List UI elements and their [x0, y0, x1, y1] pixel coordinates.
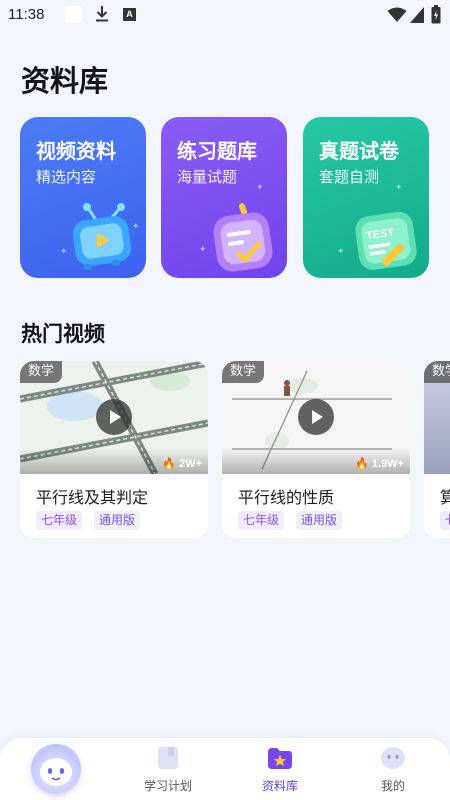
- view-count: 🔥 1.9W+: [355, 458, 404, 470]
- category-card-videos[interactable]: 视频资料 精选内容 ✦ ✦: [20, 117, 146, 278]
- grade-tag: 七: [440, 511, 450, 530]
- video-title: 平行线及其判定: [36, 488, 149, 507]
- wifi-icon: [387, 7, 407, 22]
- video-title: 算: [440, 488, 450, 507]
- folder-star-icon: [268, 748, 292, 769]
- page-title: 资料库: [21, 64, 109, 98]
- subject-tag: 数学: [20, 361, 63, 383]
- category-card-exam-papers[interactable]: 真题试卷 套题自测 ✦ ✦ TEST: [303, 117, 429, 278]
- test-paper-icon: TEST: [355, 211, 417, 270]
- video-thumbnail: 数学: [424, 361, 450, 474]
- sparkle-icon: ✦: [256, 183, 264, 193]
- category-title: 视频资料: [36, 139, 116, 163]
- sparkle-icon: ✦: [395, 183, 403, 193]
- subject-tag: 数学: [424, 361, 450, 383]
- video-title: 平行线的性质: [238, 488, 335, 507]
- checklist-icon: [213, 203, 273, 272]
- video-thumbnail: 数学 🔥 2W+: [20, 361, 208, 474]
- notification-box-icon: [65, 6, 82, 23]
- nav-item-profile[interactable]: 我的: [353, 744, 433, 796]
- battery-icon: [431, 5, 441, 24]
- section-title-hot-videos: 热门视频: [21, 322, 105, 346]
- book-icon: [158, 747, 178, 769]
- play-icon[interactable]: [298, 399, 334, 435]
- nav-item-library[interactable]: 资料库: [240, 744, 320, 796]
- grade-tag: 七年级: [36, 511, 83, 530]
- video-card[interactable]: 数学 算 七: [424, 361, 450, 538]
- edition-tag: 通用版: [296, 511, 343, 530]
- play-icon[interactable]: [96, 399, 132, 435]
- sparkle-icon: ✦: [337, 247, 345, 257]
- assistant-avatar[interactable]: [31, 744, 81, 794]
- video-card[interactable]: 数学 🔥 2W+ 平行线及其判定 七年级 通用版: [20, 361, 208, 538]
- tv-play-icon: [72, 203, 132, 270]
- video-card[interactable]: 数学 🔥 1.9W+ 平行线的性质 七年级 通用版: [222, 361, 410, 538]
- grade-tag: 七年级: [238, 511, 285, 530]
- category-card-exercises[interactable]: 练习题库 海量试题 ✦ ✦: [161, 117, 287, 278]
- nav-item-study-plan[interactable]: 学习计划: [128, 744, 208, 796]
- category-title: 练习题库: [177, 139, 257, 163]
- nav-label: 我的: [380, 779, 405, 793]
- download-icon: [96, 6, 108, 22]
- signal-icon: [410, 7, 424, 23]
- edition-tag: 通用版: [94, 511, 141, 530]
- status-bar: 11:38 A: [0, 0, 450, 32]
- assistant-face-icon: [40, 758, 72, 786]
- profile-face-icon: [381, 747, 405, 769]
- category-subtitle: 套题自测: [319, 168, 380, 186]
- video-thumbnail: 数学 🔥 1.9W+: [222, 361, 410, 474]
- category-subtitle: 海量试题: [177, 168, 238, 186]
- view-count-value: 1.9W+: [371, 458, 404, 470]
- status-time: 11:38: [8, 6, 45, 23]
- nav-label: 资料库: [261, 779, 298, 793]
- subject-tag: 数学: [222, 361, 265, 383]
- category-subtitle: 精选内容: [36, 168, 97, 186]
- nav-label: 学习计划: [143, 779, 192, 793]
- app-a-icon: A: [123, 8, 136, 21]
- view-count-value: 2W+: [179, 458, 202, 470]
- view-count: 🔥 2W+: [162, 458, 202, 470]
- category-title: 真题试卷: [319, 139, 399, 163]
